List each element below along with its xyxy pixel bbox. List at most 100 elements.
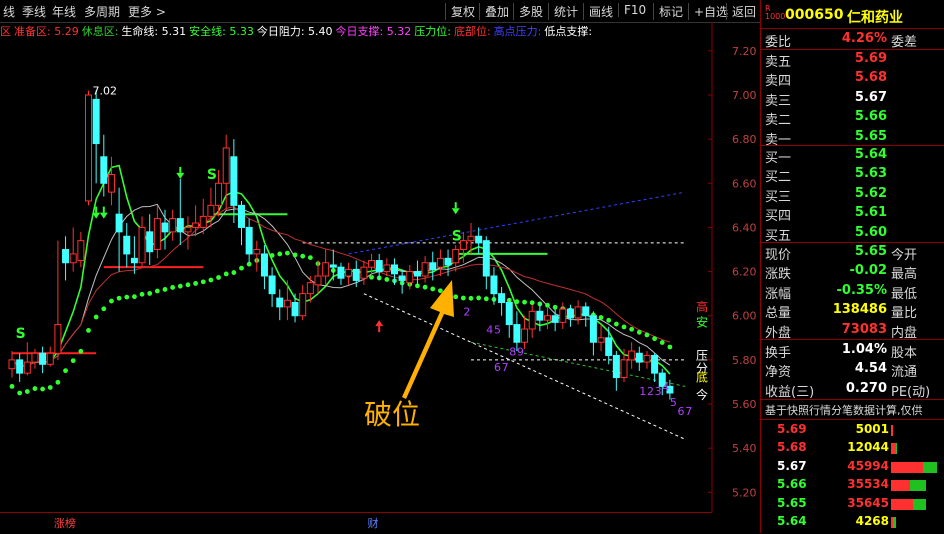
tick-red-bar	[891, 480, 910, 492]
toolbar-button[interactable]: +自选	[688, 3, 728, 20]
tick-price: 5.64	[777, 514, 807, 528]
candle-body	[314, 275, 322, 286]
support-dot	[24, 389, 30, 394]
y-tick-label: 5.60	[732, 398, 757, 411]
candle-body	[184, 226, 192, 233]
candle-body	[352, 268, 360, 281]
quote-row: 总量 138486 量比	[761, 301, 944, 322]
candle-body	[276, 297, 284, 308]
support-dot	[277, 251, 283, 257]
ma10-line	[11, 203, 671, 368]
support-dot	[292, 252, 298, 258]
tick-price: 5.65	[777, 495, 807, 510]
support-dot	[55, 379, 61, 385]
level-tag: 高	[696, 299, 708, 314]
quote-row: 涨幅 -0.35% 最低	[761, 282, 944, 302]
quote-row-right-label: 最高	[891, 267, 918, 283]
support-dot	[70, 358, 76, 364]
candle-body	[643, 354, 651, 363]
candle-body	[559, 308, 567, 323]
quote-row-label: 现价	[765, 248, 792, 263]
y-tick-label: 7.20	[732, 45, 757, 58]
toolbar-button[interactable]: 复权	[445, 3, 475, 20]
annotation-arrow-icon	[402, 280, 454, 399]
candle-body	[62, 249, 70, 264]
tick-green-bar	[923, 461, 937, 473]
quote-row-label: 卖二	[765, 113, 792, 129]
candlestick-chart[interactable]: 7.20 7.00 6.80 6.60 6.40 6.20 6.00 5.80 5.60 5.40…	[0, 22, 760, 512]
support-dot	[78, 348, 84, 354]
quote-row-value: -0.35%	[836, 282, 888, 298]
candle-body	[375, 260, 383, 273]
support-dot	[430, 286, 436, 292]
candle-body	[360, 266, 368, 279]
candle-body	[268, 275, 276, 295]
tick-red-bar	[891, 498, 913, 510]
candle-body	[153, 218, 161, 251]
quote-row: 外盘 73083 内盘	[761, 321, 944, 341]
tick-row: 5.66 35534	[761, 476, 944, 494]
sequence-number: 7	[502, 361, 509, 374]
candle-body	[528, 310, 536, 330]
quote-row: 净资 4.54 流通	[761, 360, 944, 380]
support-dot	[185, 282, 191, 288]
support-dot	[598, 315, 604, 320]
candle-body	[612, 354, 620, 379]
candle-body	[92, 98, 100, 145]
quote-row-value: 5.69	[854, 51, 887, 66]
toolbar-button[interactable]: 叠加	[479, 3, 509, 20]
support-dot	[438, 288, 443, 294]
sequence-number: 2	[463, 306, 470, 319]
tick-qty: 4268	[855, 514, 889, 528]
toolbar-button[interactable]: 标记	[653, 3, 683, 20]
toolbar-button[interactable]: 统计	[548, 3, 578, 20]
support-dot	[636, 329, 642, 335]
toolbar-item[interactable]: 更多 >	[128, 3, 166, 20]
candle-body	[513, 324, 521, 343]
toolbar-button[interactable]: 返回	[726, 3, 756, 20]
quote-row-value: 5.66	[854, 109, 887, 125]
quote-row-value: 5.62	[854, 185, 887, 201]
quote-row-label: 总量	[765, 306, 792, 322]
candle-body	[253, 249, 261, 255]
candle-body	[107, 173, 115, 193]
tick-green-bar	[909, 480, 927, 492]
support-dot	[32, 386, 38, 391]
quote-row-value: -0.02	[849, 263, 887, 279]
toolbar-button[interactable]: 多股	[513, 3, 543, 20]
quote-row: 卖三 5.67	[761, 89, 944, 109]
tick-qty: 12044	[847, 440, 889, 455]
quote-row-value: 5.65	[854, 128, 887, 144]
toolbar-item[interactable]: 年线	[52, 3, 76, 20]
candle-body	[605, 337, 613, 356]
candle-body	[138, 226, 146, 264]
candle-body	[651, 354, 659, 374]
candle-body	[260, 253, 268, 277]
candle-body	[161, 222, 169, 233]
candle-body	[16, 359, 24, 374]
toolbar-item[interactable]: 季线	[22, 3, 46, 20]
candle-body	[467, 235, 475, 242]
quote-row-value: 1.04%	[841, 342, 887, 357]
sequence-number: 7	[685, 405, 692, 418]
candle-body	[23, 361, 31, 374]
quote-row-value: 5.64	[854, 147, 887, 162]
quote-row: 现价 5.65 今开	[761, 243, 944, 263]
support-dot	[629, 326, 635, 332]
quote-row-label: 买五	[765, 228, 792, 244]
y-tick-label: 6.00	[732, 310, 757, 323]
quote-row-value: 5.67	[854, 89, 887, 105]
toolbar-item[interactable]: 多周期	[84, 3, 120, 20]
support-dot	[216, 275, 221, 280]
toolbar-button[interactable]: F10	[618, 3, 646, 17]
down-arrow-icon	[99, 212, 108, 219]
tick-red-bar	[891, 425, 894, 436]
y-tick-label: 5.80	[732, 354, 757, 367]
candle-body	[54, 324, 62, 354]
tick-green-bar	[912, 498, 927, 510]
toolbar-item[interactable]: 线	[3, 3, 15, 20]
tick-qty: 35645	[847, 495, 889, 510]
tick-green-bar	[896, 443, 898, 455]
support-dot	[453, 294, 459, 300]
toolbar-button[interactable]: 画线	[583, 3, 613, 20]
